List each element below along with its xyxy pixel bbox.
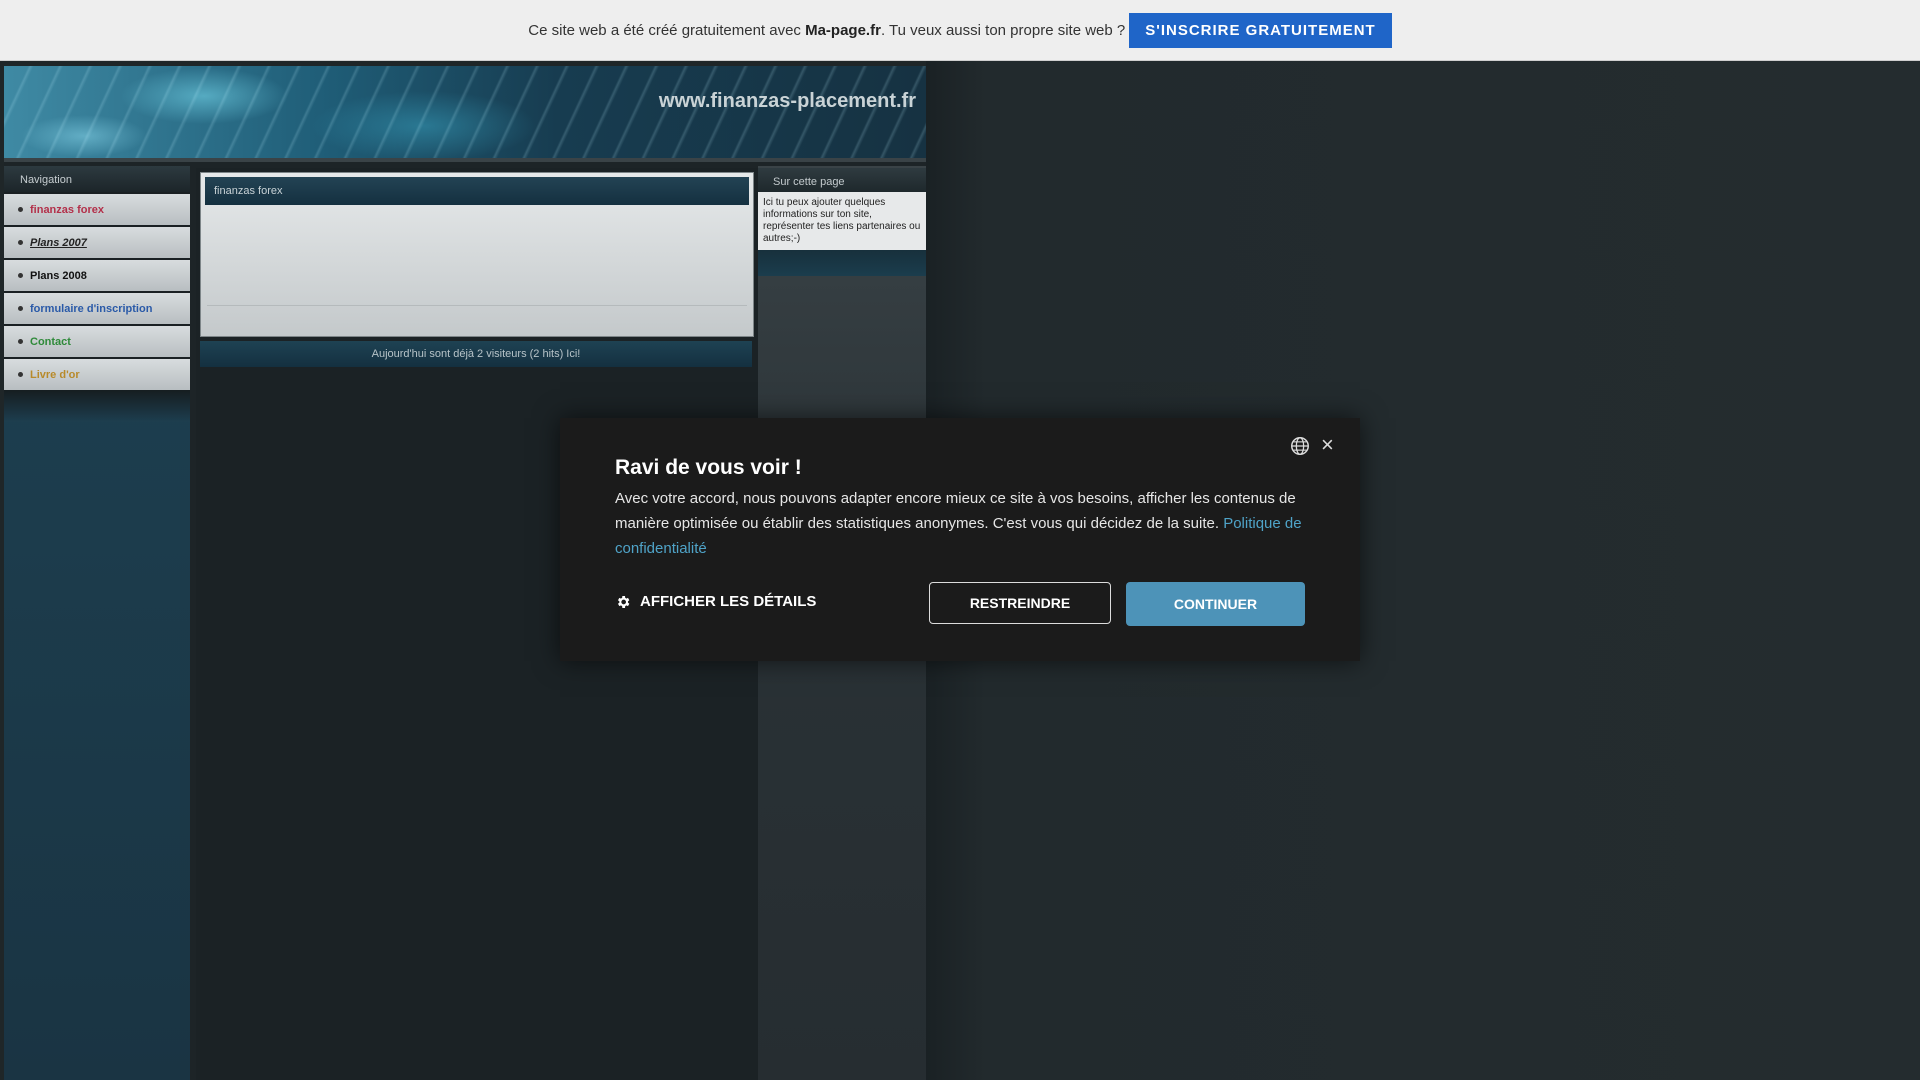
promo-text-prefix: Ce site web a été créé gratuitement avec: [528, 21, 806, 39]
site-title: www.finanzas-placement.fr: [658, 90, 916, 112]
nav-item-label: finanzas forex: [30, 203, 104, 216]
continue-button[interactable]: CONTINUER: [1126, 582, 1305, 626]
promo-bar: Ce site web a été créé gratuitement avec…: [0, 0, 1920, 61]
nav-item-contact[interactable]: Contact: [4, 324, 190, 357]
site-header: www.finanzas-placement.fr: [4, 66, 926, 162]
navigation-title: Navigation: [4, 166, 190, 192]
bullet-icon: [18, 273, 23, 278]
show-details-button[interactable]: AFFICHER LES DÉTAILS: [615, 593, 816, 610]
bullet-icon: [18, 339, 23, 344]
content-box: finanzas forex: [200, 172, 754, 337]
nav-item-finanzas-forex[interactable]: finanzas forex: [4, 192, 190, 225]
right-sidebar-title: Sur cette page: [758, 168, 926, 192]
cookie-description: Avec votre accord, nous pouvons adapter …: [615, 486, 1320, 561]
content-box-title: finanzas forex: [205, 177, 749, 205]
nav-item-label: Plans 2008: [30, 269, 87, 282]
promo-message: Ce site web a été créé gratuitement avec…: [528, 22, 1125, 39]
bullet-icon: [18, 372, 23, 377]
right-sidebar-text: Ici tu peux ajouter quelques information…: [758, 192, 926, 250]
navigation-footer: [4, 390, 190, 422]
visitor-counter: Aujourd'hui sont déjà 2 visiteurs (2 hit…: [200, 341, 752, 367]
cookie-text: Avec votre accord, nous pouvons adapter …: [615, 490, 1296, 532]
gear-icon: [618, 595, 630, 608]
restrict-button[interactable]: RESTREINDRE: [929, 582, 1111, 624]
nav-item-label: formulaire d'inscription: [30, 302, 153, 315]
cookie-consent-dialog: × Ravi de vous voir ! Avec votre accord,…: [560, 418, 1360, 661]
close-icon[interactable]: ×: [1321, 432, 1334, 458]
nav-item-inscription[interactable]: formulaire d'inscription: [4, 291, 190, 324]
signup-button[interactable]: S'INSCRIRE GRATUITEMENT: [1129, 12, 1392, 48]
content-divider: [207, 305, 747, 306]
nav-item-plans-2008[interactable]: Plans 2008: [4, 258, 190, 291]
navigation-list: finanzas forex Plans 2007 Plans 2008 for…: [4, 192, 190, 390]
bullet-icon: [18, 207, 23, 212]
navigation-sidebar: Navigation finanzas forex Plans 2007 Pla…: [4, 166, 190, 1080]
right-sidebar-footer: [758, 250, 926, 276]
cookie-title: Ravi de vous voir !: [615, 456, 802, 479]
promo-brand: Ma-page.fr: [805, 21, 881, 39]
bullet-icon: [18, 240, 23, 245]
nav-item-label: Plans 2007: [30, 236, 87, 249]
show-details-label: AFFICHER LES DÉTAILS: [640, 593, 817, 610]
nav-item-livre-dor[interactable]: Livre d'or: [4, 357, 190, 390]
promo-text-suffix: . Tu veux aussi ton propre site web ?: [880, 21, 1126, 39]
nav-item-label: Contact: [30, 335, 71, 348]
globe-icon[interactable]: [1289, 435, 1311, 457]
nav-item-label: Livre d'or: [30, 368, 80, 381]
bullet-icon: [18, 306, 23, 311]
nav-item-plans-2007[interactable]: Plans 2007: [4, 225, 190, 258]
